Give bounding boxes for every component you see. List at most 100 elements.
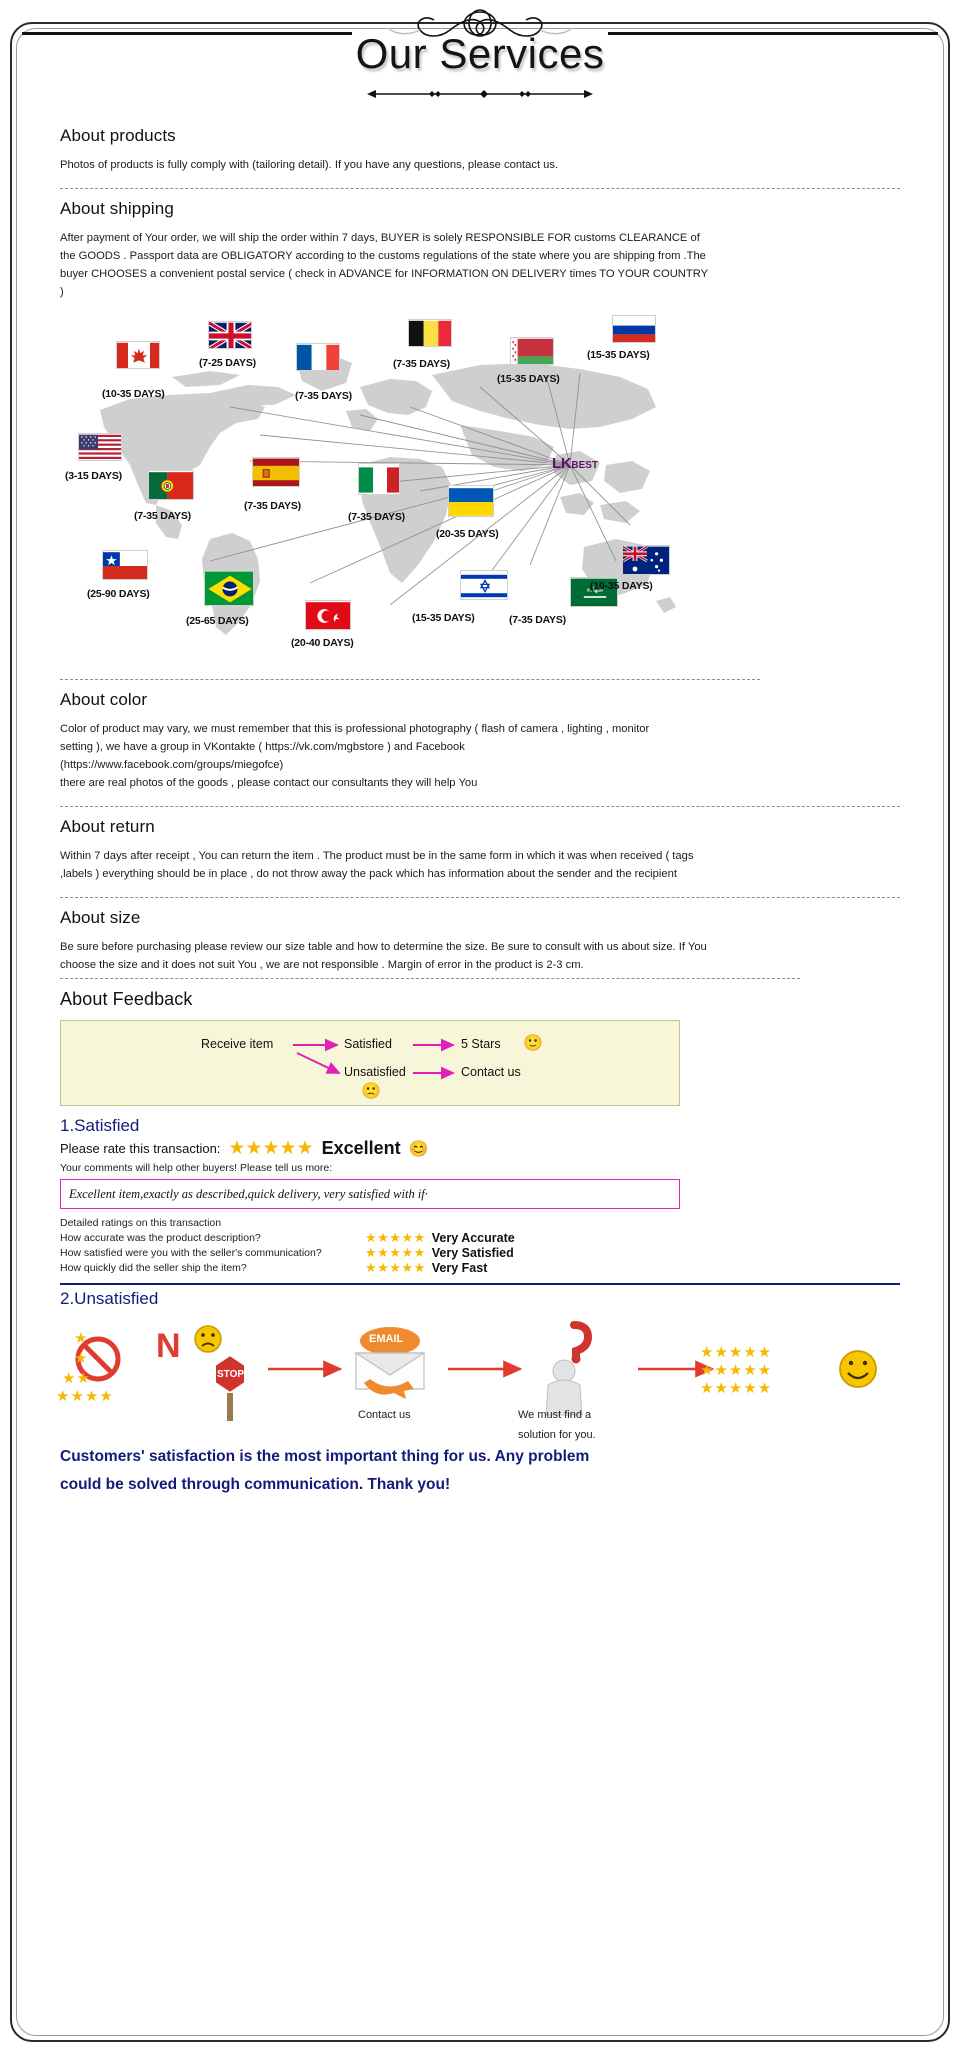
email-label: EMAIL [369, 1333, 404, 1345]
turkey-days-label: (20-40 DAYS) [291, 637, 354, 649]
unsat-star-row-1: ★ [74, 1330, 89, 1347]
satisfied-title: 1.Satisfied [60, 1116, 140, 1135]
page-header: Our Services [0, 0, 960, 120]
rating-stars-communication: ★★★★★ [365, 1244, 426, 1260]
flow-satisfied: Satisfied [344, 1037, 392, 1051]
rating-stars-shipping-speed: ★★★★★ [365, 1259, 426, 1275]
hub-brand-sub: BEST [571, 460, 599, 471]
usa-days-label: (3-15 DAYS) [65, 470, 122, 482]
flow-receive-item: Receive item [201, 1037, 274, 1051]
about-return-body: Within 7 days after receipt , You can re… [60, 850, 694, 880]
about-color-line-1: Color of product may vary, we must remem… [60, 723, 650, 735]
uk-days-label: (7-25 DAYS) [199, 357, 256, 369]
about-color-line-2: setting ), we have a group in VKontakte … [60, 741, 465, 753]
about-return-heading: About return [60, 817, 155, 836]
usa-flag [78, 433, 122, 461]
brazil-flag [204, 570, 254, 606]
section-about-products: About products Photos of products is ful… [0, 126, 960, 174]
belarus-days-label: (15-35 DAYS) [497, 373, 560, 385]
unsat-contact-us-label: Contact us [358, 1409, 411, 1421]
rating-stars-accuracy: ★★★★★ [365, 1229, 426, 1245]
unsat-final-stars-2: ★★★★★ [700, 1362, 773, 1379]
israel-days-label: (15-35 DAYS) [412, 612, 475, 624]
france-days-label: (7-35 DAYS) [295, 390, 352, 402]
about-color-line-4: there are real photos of the goods , ple… [60, 777, 478, 789]
rating-label-shipping-speed: Very Fast [431, 1260, 488, 1275]
belgium-flag [408, 319, 452, 347]
shipping-world-map: LKBEST (7-25 DAYS) (10-35 DAYS) (7-35 DA… [60, 315, 686, 665]
rating-row: How accurate was the product description… [60, 1230, 900, 1245]
unsat-final-stars-3: ★★★★★ [700, 1380, 773, 1397]
section-about-feedback: About Feedback [0, 989, 960, 1010]
person-question-icon [545, 1321, 593, 1416]
closing-line-2: could be solved through communication. T… [60, 1476, 451, 1493]
russia-days-label: (15-35 DAYS) [587, 349, 650, 361]
belgium-days-label: (7-35 DAYS) [393, 358, 450, 370]
unsat-star-row-2: ★ [74, 1350, 89, 1367]
divider-navy [60, 1283, 900, 1285]
flow-happy-face-icon: 🙂 [523, 1035, 543, 1052]
divider-2 [60, 679, 760, 680]
header-rule-left [22, 32, 352, 35]
rating-stars[interactable]: ★★★★★ [228, 1139, 313, 1158]
divider-1 [60, 188, 900, 189]
about-feedback-heading: About Feedback [60, 989, 193, 1009]
unsat-final-stars-1: ★★★★★ [700, 1344, 773, 1361]
ukraine-flag [448, 485, 494, 517]
unsat-star-row-3: ★★ [62, 1370, 91, 1387]
sad-face-icon-unsat [194, 1325, 222, 1353]
divider-5 [60, 978, 800, 979]
uk-flag [208, 321, 252, 349]
flow-five-stars: 5 Stars [461, 1037, 501, 1051]
comment-input-box[interactable]: Excellent item,exactly as described,quic… [60, 1179, 680, 1209]
about-products-heading: About products [60, 126, 176, 145]
header-rule-right [608, 32, 938, 35]
rating-row: How satisfied were you with the seller's… [60, 1245, 900, 1260]
section-about-size: About size Be sure before purchasing ple… [0, 908, 960, 974]
closing-message: Customers' satisfaction is the most impo… [60, 1443, 700, 1499]
stop-sign-icon [214, 1353, 246, 1421]
rating-label-communication: Very Satisfied [431, 1245, 514, 1260]
italy-flag [358, 463, 400, 495]
chile-days-label: (25-90 DAYS) [87, 588, 150, 600]
hub-brand-label: LKBEST [552, 455, 598, 472]
brazil-days-label: (25-65 DAYS) [186, 615, 249, 627]
portugal-days-label: (7-35 DAYS) [134, 510, 191, 522]
about-size-body: Be sure before purchasing please review … [60, 941, 707, 971]
italy-days-label: (7-35 DAYS) [348, 511, 405, 523]
section-about-return: About return Within 7 days after receipt… [0, 817, 960, 883]
france-flag [296, 343, 340, 371]
stop-sign-label: STOP [217, 1369, 245, 1380]
unsat-find-solution-line2: solution for you. [518, 1429, 596, 1441]
saudi-days-label: (7-35 DAYS) [509, 614, 566, 626]
section-about-shipping: About shipping After payment of Your ord… [0, 199, 960, 301]
portugal-flag [148, 470, 194, 500]
about-color-line-3: (https://www.facebook.com/groups/miegofc… [60, 759, 284, 771]
turkey-flag [305, 600, 351, 630]
divider-4 [60, 897, 900, 898]
canada-days-label: (10-35 DAYS) [102, 388, 165, 400]
chile-flag [102, 550, 148, 580]
detailed-ratings-heading: Detailed ratings on this transaction [60, 1217, 222, 1229]
rating-label-accuracy: Very Accurate [431, 1230, 515, 1245]
russia-flag [612, 315, 656, 343]
comment-text: Excellent item,exactly as described,quic… [69, 1186, 428, 1201]
no-letter-label: N [156, 1327, 181, 1365]
smiley-face-icon: 😊 [408, 1140, 429, 1158]
hub-brand-main: LK [552, 455, 572, 472]
divider-3 [60, 806, 900, 807]
comments-help-line: Your comments will help other buyers! Pl… [60, 1162, 333, 1174]
rating-question-accuracy: How accurate was the product description… [60, 1231, 261, 1244]
happy-face-icon-unsat [839, 1350, 877, 1388]
flow-contact-us: Contact us [461, 1065, 521, 1079]
unsat-star-row-4: ★★★★ [56, 1388, 114, 1405]
israel-flag [460, 570, 508, 600]
page-title: Our Services [355, 30, 605, 77]
closing-line-1: Customers' satisfaction is the most impo… [60, 1448, 590, 1465]
about-shipping-heading: About shipping [60, 199, 174, 218]
unsatisfied-title: 2.Unsatisfied [60, 1289, 159, 1308]
unsat-find-solution-line1: We must find a [518, 1409, 592, 1421]
decorative-divider-icon [367, 90, 593, 98]
about-products-body: Photos of products is fully comply with … [60, 159, 559, 171]
section-about-color: About color Color of product may vary, w… [0, 690, 960, 792]
